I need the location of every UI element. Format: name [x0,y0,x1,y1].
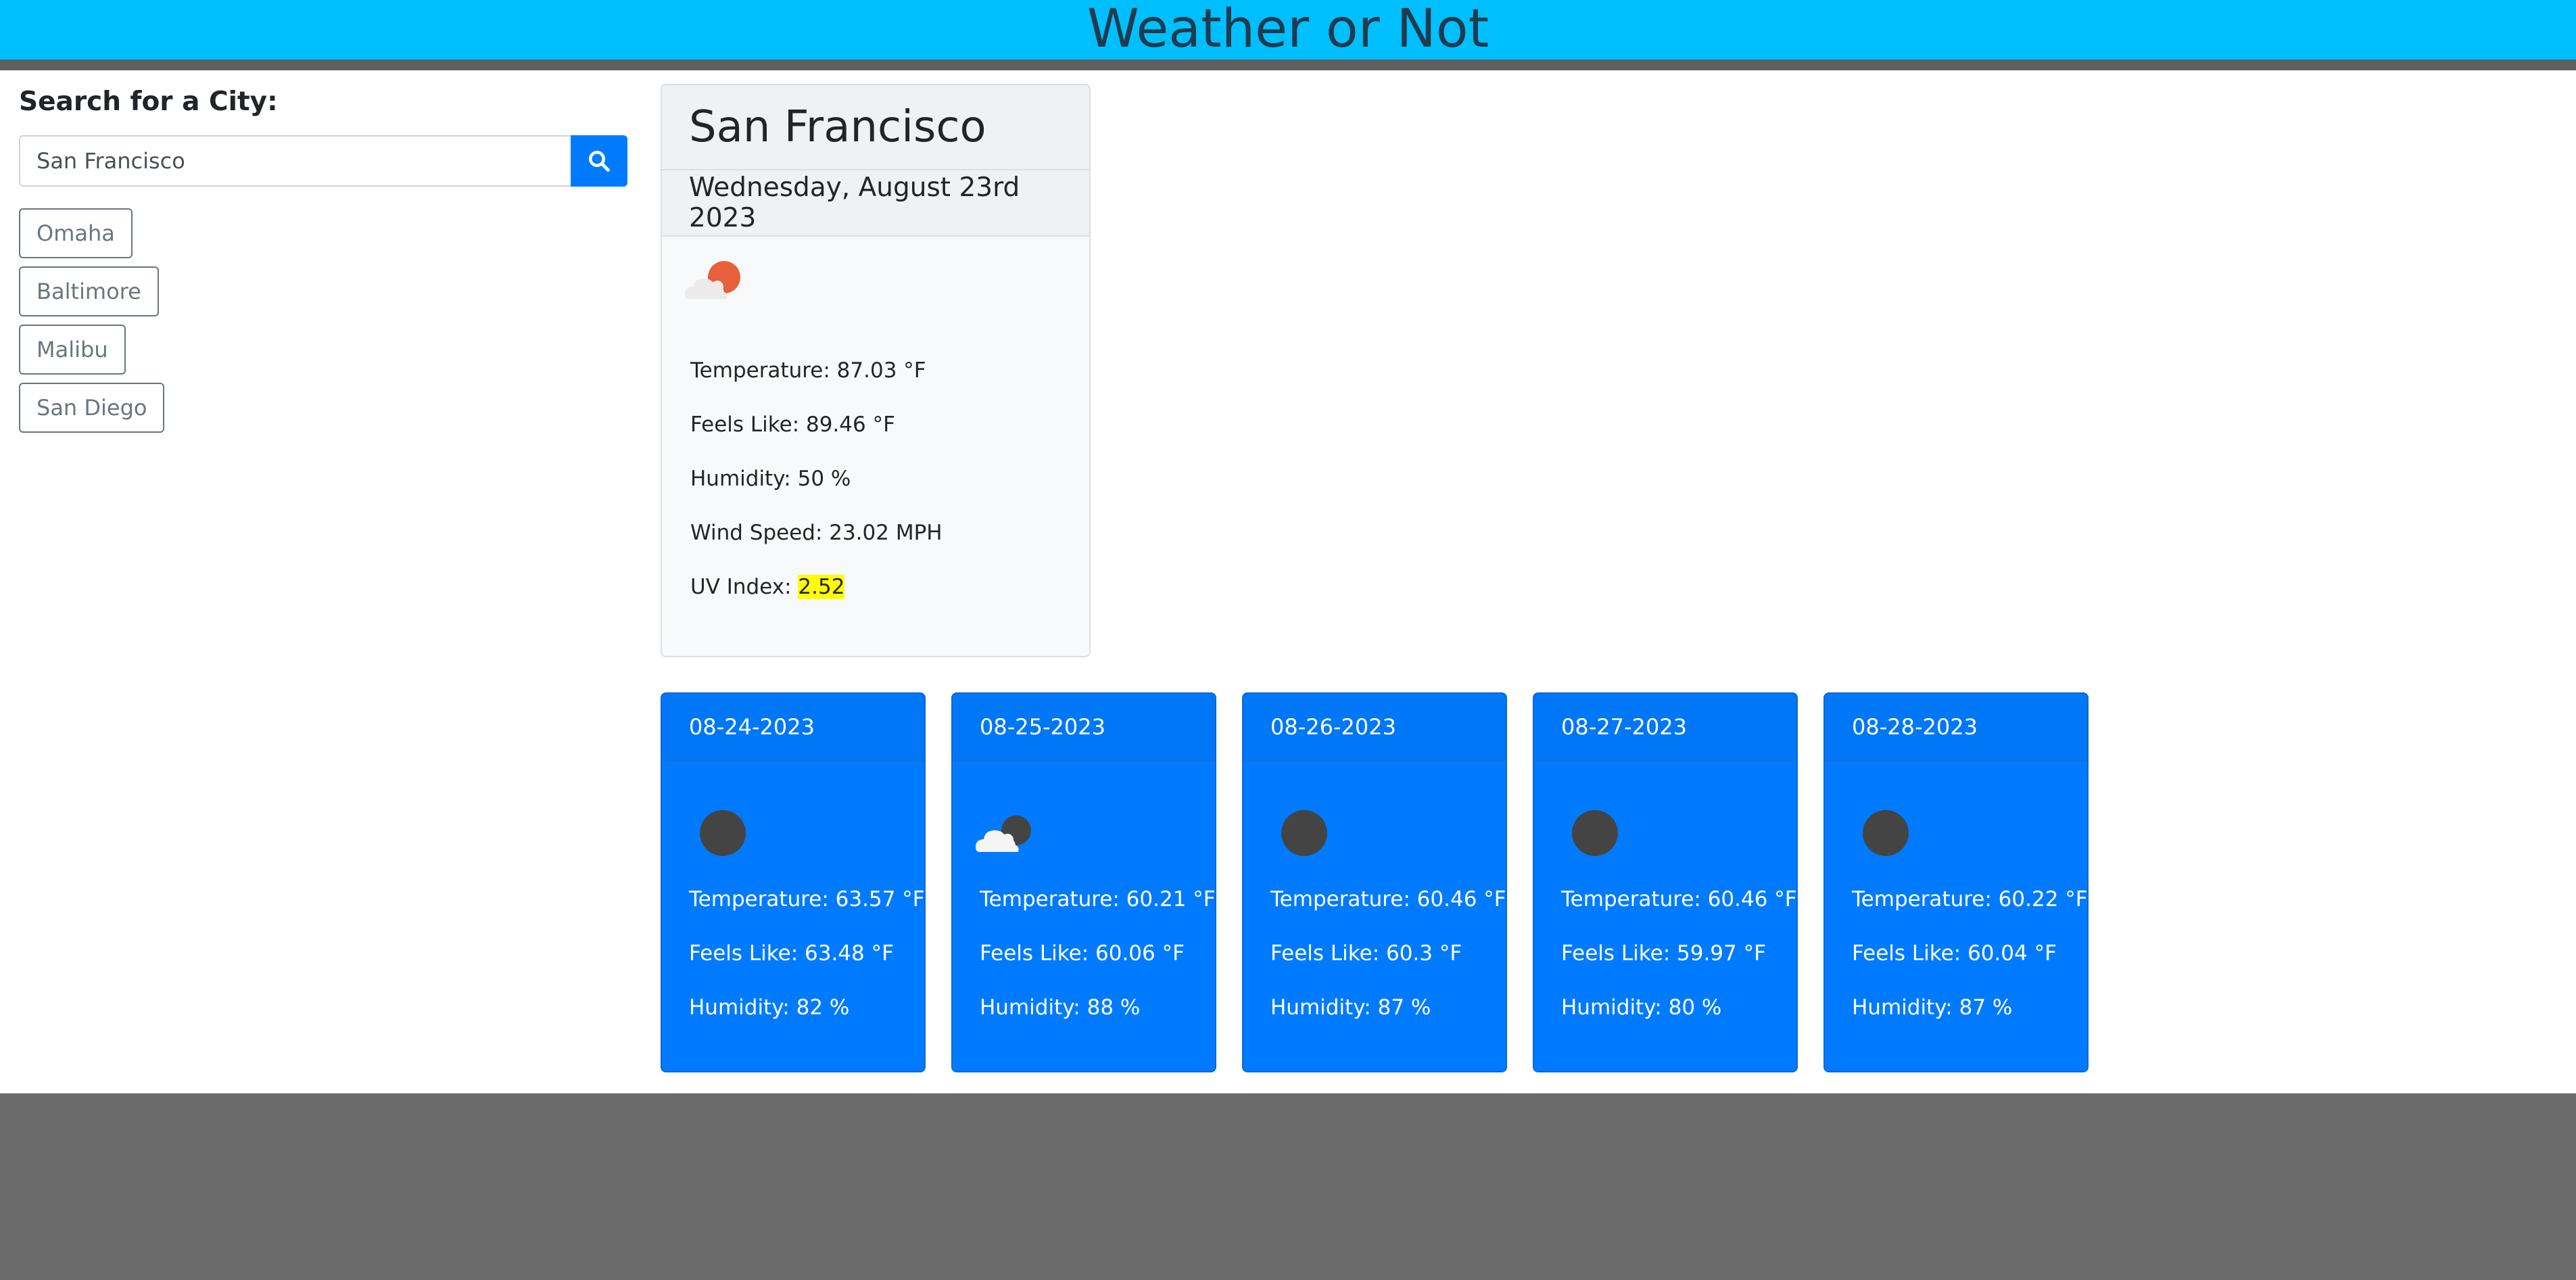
header-divider [0,60,2576,70]
clear-night-icon [1572,810,1618,856]
forecast-humidity: Humidity: 88 % [980,995,1141,1020]
forecast-card: 08-26-2023 Temperature: 60.46 °F Feels L… [1242,692,1507,1072]
history-city-button[interactable]: San Diego [19,383,165,433]
forecast-feels-like: Feels Like: 59.97 °F [1561,941,1766,966]
forecast-card-header: 08-24-2023 [662,694,924,761]
site-title: Weather or Not [1087,0,1489,60]
clear-night-icon [1863,810,1909,856]
uv-index-value: 2.52 [798,575,845,599]
page-footer [0,1093,2576,1280]
forecast-card: 08-25-2023 Temperature: 60.21 °F Feels L… [951,692,1216,1072]
forecast-feels-like: Feels Like: 60.04 °F [1852,941,2057,966]
current-wind-speed: Wind Speed: 23.02 MPH [690,521,943,545]
forecast-humidity: Humidity: 80 % [1561,995,1722,1020]
forecast-date: 08-27-2023 [1561,714,1687,740]
search-group [19,135,627,187]
search-icon [589,151,610,172]
clear-night-icon [700,810,746,856]
forecast-date: 08-28-2023 [1852,714,1978,740]
current-temperature: Temperature: 87.03 °F [690,358,926,383]
forecast-date: 08-26-2023 [1270,714,1396,740]
forecast-date: 08-24-2023 [689,714,815,740]
current-city-name: San Francisco [689,102,986,152]
current-uv-index: UV Index: 2.52 [690,575,845,599]
forecast-feels-like: Feels Like: 60.3 °F [1270,941,1462,966]
current-weather-card: San Francisco Wednesday, August 23rd 202… [661,84,1091,657]
forecast-temperature: Temperature: 60.46 °F [1561,887,1797,911]
forecast-temperature: Temperature: 60.21 °F [980,887,1216,911]
forecast-card-header: 08-27-2023 [1534,694,1796,761]
city-search-input[interactable] [19,135,571,187]
search-heading: Search for a City: [19,87,278,117]
few-clouds-night-icon [976,815,1031,852]
history-city-button[interactable]: Malibu [19,325,126,375]
current-card-subheader: Wednesday, August 23rd 2023 [662,170,1089,237]
site-header: Weather or Not [0,0,2576,60]
forecast-humidity: Humidity: 82 % [689,995,850,1020]
few-clouds-sun-icon [685,261,740,299]
forecast-feels-like: Feels Like: 63.48 °F [689,941,894,966]
forecast-card: 08-24-2023 Temperature: 63.57 °F Feels L… [661,692,926,1072]
history-city-button[interactable]: Baltimore [19,266,159,316]
history-city-button[interactable]: Omaha [19,208,133,258]
forecast-card-header: 08-28-2023 [1825,694,2087,761]
uv-index-label: UV Index: [690,575,798,599]
forecast-temperature: Temperature: 60.22 °F [1852,887,2088,911]
forecast-card-header: 08-25-2023 [953,694,1215,761]
search-history-list: Omaha Baltimore Malibu San Diego [19,208,165,441]
current-feels-like: Feels Like: 89.46 °F [690,412,895,437]
forecast-feels-like: Feels Like: 60.06 °F [980,941,1185,966]
forecast-humidity: Humidity: 87 % [1270,995,1431,1020]
search-button[interactable] [571,135,627,187]
forecast-card-header: 08-26-2023 [1243,694,1506,761]
forecast-date: 08-25-2023 [980,714,1105,740]
current-card-header: San Francisco [662,85,1089,170]
forecast-card: 08-28-2023 Temperature: 60.22 °F Feels L… [1823,692,2089,1072]
clear-night-icon [1281,810,1327,856]
page: Weather or Not Search for a City: Omaha … [0,0,2576,1280]
forecast-temperature: Temperature: 63.57 °F [689,887,925,911]
current-date: Wednesday, August 23rd 2023 [689,172,1020,233]
current-humidity: Humidity: 50 % [690,467,851,491]
forecast-card: 08-27-2023 Temperature: 60.46 °F Feels L… [1533,692,1798,1072]
forecast-temperature: Temperature: 60.46 °F [1270,887,1506,911]
forecast-humidity: Humidity: 87 % [1852,995,2013,1020]
